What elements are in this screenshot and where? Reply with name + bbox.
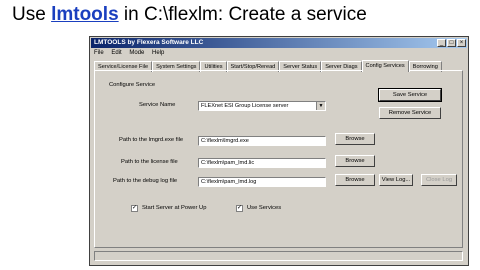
service-name-label: Service Name: [139, 102, 176, 108]
menu-file[interactable]: File: [94, 50, 104, 56]
menu-help[interactable]: Help: [152, 50, 164, 56]
service-name-value: FLEXnet ESI Group License server: [201, 103, 289, 109]
status-bar: [94, 251, 463, 261]
browse-debug-log-button[interactable]: Browse: [335, 174, 375, 186]
menu-bar: File Edit Mode Help: [94, 49, 170, 58]
config-services-panel: Configure Service Service Name FLEXnet E…: [94, 70, 463, 248]
license-path-label: Path to the license file: [121, 159, 178, 165]
license-path-input[interactable]: C:\flexlm\pam_lmd.lic: [198, 158, 326, 168]
service-name-dropdown[interactable]: FLEXnet ESI Group License server ▼: [198, 101, 326, 111]
slide-heading: Use lmtools in C:\flexlm: Create a servi…: [12, 4, 367, 26]
menu-mode[interactable]: Mode: [129, 50, 144, 56]
start-at-power-up-checkbox[interactable]: ✓: [131, 205, 138, 212]
menu-edit[interactable]: Edit: [111, 50, 121, 56]
browse-license-button[interactable]: Browse: [335, 155, 375, 167]
window-title: LMTOOLS by Flexera Software LLC: [94, 39, 204, 46]
view-log-button[interactable]: View Log...: [379, 174, 413, 186]
debug-log-path-label: Path to the debug log file: [113, 178, 178, 184]
tab-config-services[interactable]: Config Services: [361, 60, 409, 72]
debug-log-path-input[interactable]: C:\flexlm\pam_lmd.log: [198, 177, 326, 187]
remove-service-button[interactable]: Remove Service: [379, 107, 441, 119]
close-button[interactable]: ×: [457, 39, 466, 47]
use-services-label: Use Services: [247, 205, 282, 211]
title-bar[interactable]: LMTOOLS by Flexera Software LLC _ □ ×: [91, 38, 467, 48]
browse-lmgrd-button[interactable]: Browse: [335, 133, 375, 145]
checkmark-icon: ✓: [237, 205, 243, 211]
heading-prefix: Use: [12, 4, 52, 25]
use-services-checkbox[interactable]: ✓: [236, 205, 243, 212]
heading-suffix: in C:\flexlm: Create a service: [118, 4, 367, 25]
save-service-button[interactable]: Save Service: [378, 88, 442, 102]
chevron-down-icon[interactable]: ▼: [316, 102, 325, 110]
maximize-button[interactable]: □: [447, 39, 456, 47]
minimize-button[interactable]: _: [437, 39, 446, 47]
lmtools-window: LMTOOLS by Flexera Software LLC _ □ × Fi…: [89, 36, 469, 266]
close-log-button: Close Log: [421, 174, 457, 186]
configure-service-label: Configure Service: [109, 82, 156, 88]
checkmark-icon: ✓: [132, 205, 138, 211]
lmtools-link[interactable]: lmtools: [51, 4, 119, 25]
lmgrd-path-input[interactable]: C:\flexlm\lmgrd.exe: [198, 136, 326, 146]
lmgrd-path-label: Path to the lmgrd.exe file: [119, 137, 184, 143]
start-at-power-up-label: Start Server at Power Up: [142, 205, 207, 211]
